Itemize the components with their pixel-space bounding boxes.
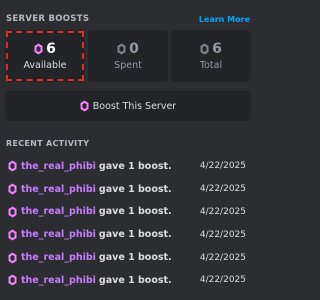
activity-item: the_real_phibi gave 1 boost. 4/22/2025 [8,223,248,246]
stat-total-label: Total [199,60,223,71]
boost-this-server-label: Boost This Server [92,100,177,112]
activity-date: 4/22/2025 [199,252,246,263]
activity-username[interactable]: the_real_phibi [21,161,96,172]
stat-available: 6 Available [5,30,85,82]
boost-gem-icon [8,274,17,286]
boost-gem-icon [200,43,209,55]
activity-username[interactable]: the_real_phibi [21,206,96,217]
stat-spent: 0 Spent [88,30,168,82]
boost-gem-icon [8,183,17,195]
activity-item: the_real_phibi gave 1 boost. 4/22/2025 [8,246,248,269]
stat-available-label: Available [23,60,67,71]
activity-action: gave 1 boost. [98,183,172,195]
stat-spent-label: Spent [114,60,142,71]
section-title: SERVER BOOSTS [6,14,90,24]
activity-date: 4/22/2025 [199,161,246,172]
activity-username[interactable]: the_real_phibi [21,275,96,286]
activity-item: the_real_phibi gave 1 boost. 4/22/2025 [8,201,248,224]
activity-action: gave 1 boost. [98,160,172,172]
activity-date: 4/22/2025 [199,275,246,286]
activity-action: gave 1 boost. [98,206,172,218]
activity-username[interactable]: the_real_phibi [21,229,96,240]
activity-date: 4/22/2025 [199,184,246,195]
recent-activity-list: the_real_phibi gave 1 boost. 4/22/2025 t… [8,155,248,292]
activity-action: gave 1 boost. [98,274,172,286]
stat-available-value: 6 [46,41,56,57]
server-boosts-header: SERVER BOOSTS Learn More [6,12,250,26]
server-boosts-panel: SERVER BOOSTS Learn More 6 Available 0 S… [0,0,254,300]
learn-more-link[interactable]: Learn More [199,15,250,24]
activity-date: 4/22/2025 [199,229,246,240]
boost-gem-icon [80,100,89,112]
boost-gem-icon [8,160,17,172]
activity-action: gave 1 boost. [98,252,172,264]
activity-date: 4/22/2025 [199,206,246,217]
boost-gem-icon [117,43,126,55]
activity-username[interactable]: the_real_phibi [21,184,96,195]
boost-this-server-button[interactable]: Boost This Server [5,91,251,121]
boost-gem-icon [8,252,17,264]
stat-total: 6 Total [171,30,251,82]
activity-item: the_real_phibi gave 1 boost. 4/22/2025 [8,269,248,292]
boost-gem-icon [34,43,43,55]
recent-activity-title: RECENT ACTIVITY [6,139,90,148]
activity-username[interactable]: the_real_phibi [21,252,96,263]
activity-item: the_real_phibi gave 1 boost. 4/22/2025 [8,155,248,178]
boost-gem-icon [8,206,17,218]
boost-gem-icon [8,229,17,241]
boost-stats: 6 Available 0 Spent 6 Total [5,30,251,82]
stat-total-value: 6 [212,41,222,57]
activity-action: gave 1 boost. [98,229,172,241]
stat-spent-value: 0 [129,41,139,57]
activity-item: the_real_phibi gave 1 boost. 4/22/2025 [8,178,248,201]
